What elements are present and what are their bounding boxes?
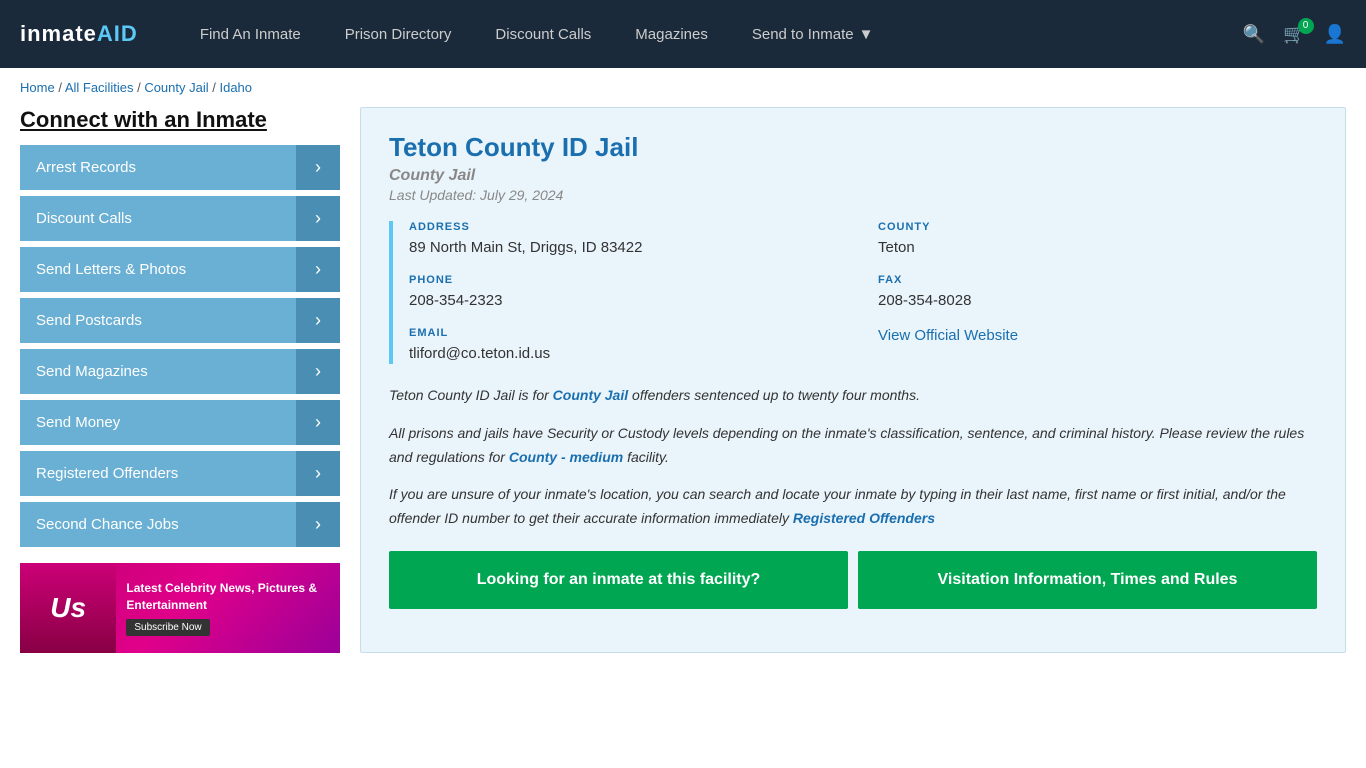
facility-content: Teton County ID Jail County Jail Last Up… [360,107,1346,653]
breadcrumb: Home / All Facilities / County Jail / Id… [0,68,1366,107]
email-value: tliford@co.teton.id.us [409,343,848,364]
phone-label: PHONE [409,274,848,286]
nav-send-to-inmate[interactable]: Send to Inmate ▼ [730,0,896,68]
facility-type: County Jail [389,167,1317,185]
county-label: COUNTY [878,221,1317,233]
sidebar: Connect with an Inmate Arrest Records › … [20,107,340,653]
sidebar-second-chance-jobs[interactable]: Second Chance Jobs › [20,502,340,547]
navbar: inmateAID Find An Inmate Prison Director… [0,0,1366,68]
facility-info-box: ADDRESS 89 North Main St, Driggs, ID 834… [389,221,1317,364]
desc-block-3: If you are unsure of your inmate's locat… [389,483,1317,531]
arrow-icon: › [296,145,340,190]
arrow-icon: › [296,349,340,394]
ad-title: Latest Celebrity News, Pictures & Entert… [126,580,330,614]
ad-brand: Us [50,592,86,624]
sidebar-send-money[interactable]: Send Money › [20,400,340,445]
cart-badge: 0 [1298,18,1314,34]
facility-updated: Last Updated: July 29, 2024 [389,187,1317,203]
arrow-icon: › [296,400,340,445]
main-container: Connect with an Inmate Arrest Records › … [0,107,1366,683]
nav-find-inmate[interactable]: Find An Inmate [178,0,323,68]
dropdown-arrow-icon: ▼ [859,26,874,43]
breadcrumb-county-jail[interactable]: County Jail [144,80,208,95]
address-value: 89 North Main St, Driggs, ID 83422 [409,237,848,258]
address-block: ADDRESS 89 North Main St, Driggs, ID 834… [409,221,848,258]
fax-value: 208-354-8028 [878,290,1317,311]
nav-prison-directory[interactable]: Prison Directory [323,0,474,68]
ad-image: Us [20,563,116,653]
breadcrumb-all-facilities[interactable]: All Facilities [65,80,134,95]
ad-subscribe-button[interactable]: Subscribe Now [126,619,209,636]
fax-block: FAX 208-354-8028 [878,274,1317,311]
county-value: Teton [878,237,1317,258]
county-medium-link[interactable]: County - medium [509,449,623,465]
sidebar-send-magazines[interactable]: Send Magazines › [20,349,340,394]
facility-title: Teton County ID Jail [389,132,1317,163]
arrow-icon: › [296,502,340,547]
logo[interactable]: inmateAID [20,21,138,47]
logo-aid: AID [97,21,138,46]
logo-inmate: inmate [20,21,97,46]
desc-block-1: Teton County ID Jail is for County Jail … [389,384,1317,408]
sidebar-title: Connect with an Inmate [20,107,340,133]
registered-offenders-link[interactable]: Registered Offenders [793,510,935,526]
desc-block-2: All prisons and jails have Security or C… [389,422,1317,470]
arrow-icon: › [296,196,340,241]
sidebar-registered-offenders[interactable]: Registered Offenders › [20,451,340,496]
phone-block: PHONE 208-354-2323 [409,274,848,311]
county-block: COUNTY Teton [878,221,1317,258]
find-inmate-button[interactable]: Looking for an inmate at this facility? [389,551,848,609]
county-jail-link[interactable]: County Jail [553,387,628,403]
sidebar-discount-calls[interactable]: Discount Calls › [20,196,340,241]
breadcrumb-state[interactable]: Idaho [219,80,252,95]
website-block: View Official Website [878,327,1317,364]
breadcrumb-home[interactable]: Home [20,80,55,95]
phone-value: 208-354-2323 [409,290,848,311]
arrow-icon: › [296,451,340,496]
ad-text: Latest Celebrity News, Pictures & Entert… [116,572,340,644]
logo-text: inmateAID [20,21,138,47]
sidebar-arrest-records[interactable]: Arrest Records › [20,145,340,190]
arrow-icon: › [296,247,340,292]
email-label: EMAIL [409,327,848,339]
address-label: ADDRESS [409,221,848,233]
nav-discount-calls[interactable]: Discount Calls [473,0,613,68]
search-icon[interactable]: 🔍 [1243,24,1265,45]
sidebar-send-postcards[interactable]: Send Postcards › [20,298,340,343]
nav-magazines[interactable]: Magazines [613,0,730,68]
send-to-inmate-label: Send to Inmate [752,26,854,43]
user-icon[interactable]: 👤 [1324,24,1346,45]
nav-icon-group: 🔍 🛒 0 👤 [1243,24,1346,45]
sidebar-ad: Us Latest Celebrity News, Pictures & Ent… [20,563,340,653]
cart-icon[interactable]: 🛒 0 [1283,24,1305,45]
visitation-button[interactable]: Visitation Information, Times and Rules [858,551,1317,609]
nav-links: Find An Inmate Prison Directory Discount… [178,0,1243,68]
arrow-icon: › [296,298,340,343]
email-block: EMAIL tliford@co.teton.id.us [409,327,848,364]
website-link[interactable]: View Official Website [878,327,1018,344]
sidebar-send-letters[interactable]: Send Letters & Photos › [20,247,340,292]
bottom-buttons: Looking for an inmate at this facility? … [389,551,1317,609]
fax-label: FAX [878,274,1317,286]
